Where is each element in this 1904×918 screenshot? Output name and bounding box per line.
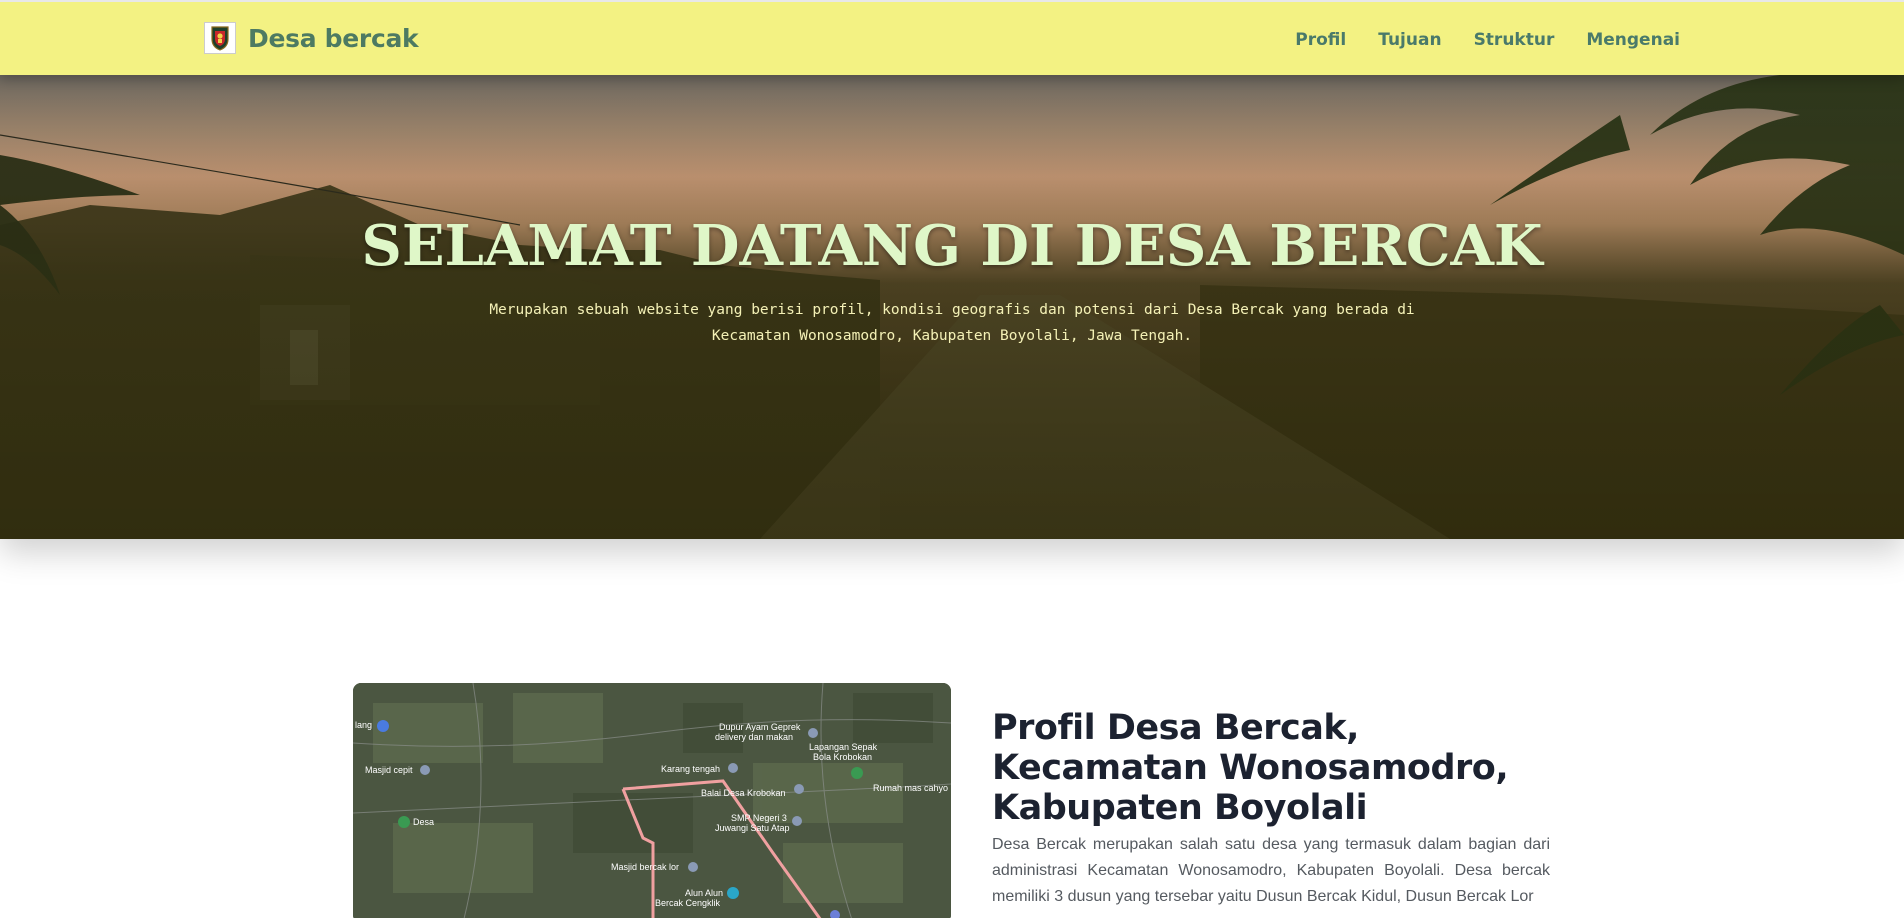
hero-subtitle: Merupakan sebuah website yang berisi pro… [489,302,1415,344]
brand-link[interactable]: Desa bercak [204,22,419,54]
map-label: Bola Krobokan [813,752,872,762]
map-label: Dupur Ayam Geprek [719,722,801,732]
nav-menu: Profil Tujuan Struktur Mengenai [1295,30,1680,50]
map-label: SMP Negeri 3 [731,813,787,823]
brand-name: Desa bercak [248,23,419,53]
map-label: Balai Desa Krobokan [701,788,786,798]
nav-link-tujuan[interactable]: Tujuan [1378,30,1441,50]
map-label: Desa [413,817,434,827]
village-map[interactable]: lang Masjid cepit Desa Dupur Ayam Geprek… [353,683,951,918]
map-label: Masjid cepit [365,765,413,775]
map-label: Bercak Cengklik [655,898,721,908]
satellite-map-image: lang Masjid cepit Desa Dupur Ayam Geprek… [353,683,951,918]
map-label: delivery dan makan [715,732,793,742]
map-label: Karang tengah [661,764,720,774]
village-emblem-icon [204,22,236,54]
nav-link-profil[interactable]: Profil [1295,30,1346,50]
profile-paragraph: Desa Bercak merupakan salah satu desa ya… [992,836,1550,905]
map-label: lang [355,720,372,730]
nav-link-struktur[interactable]: Struktur [1474,30,1555,50]
hero-section: SELAMAT DATANG DI DESA BERCAK Merupakan … [0,75,1904,539]
profile-heading: Profil Desa Bercak, Kecamatan Wonosamodr… [992,708,1509,828]
map-label: Alun Alun [685,888,723,898]
hero-title: SELAMAT DATANG DI DESA BERCAK [361,213,1543,279]
map-label: Lapangan Sepak [809,742,878,752]
top-navbar: Desa bercak Profil Tujuan Struktur Menge… [0,0,1904,75]
map-label: Juwangi Satu Atap [715,823,790,833]
nav-link-mengenai[interactable]: Mengenai [1586,30,1680,50]
map-label: Rumah mas cahyo [873,783,948,793]
map-label: Masjid bercak lor [611,862,679,872]
